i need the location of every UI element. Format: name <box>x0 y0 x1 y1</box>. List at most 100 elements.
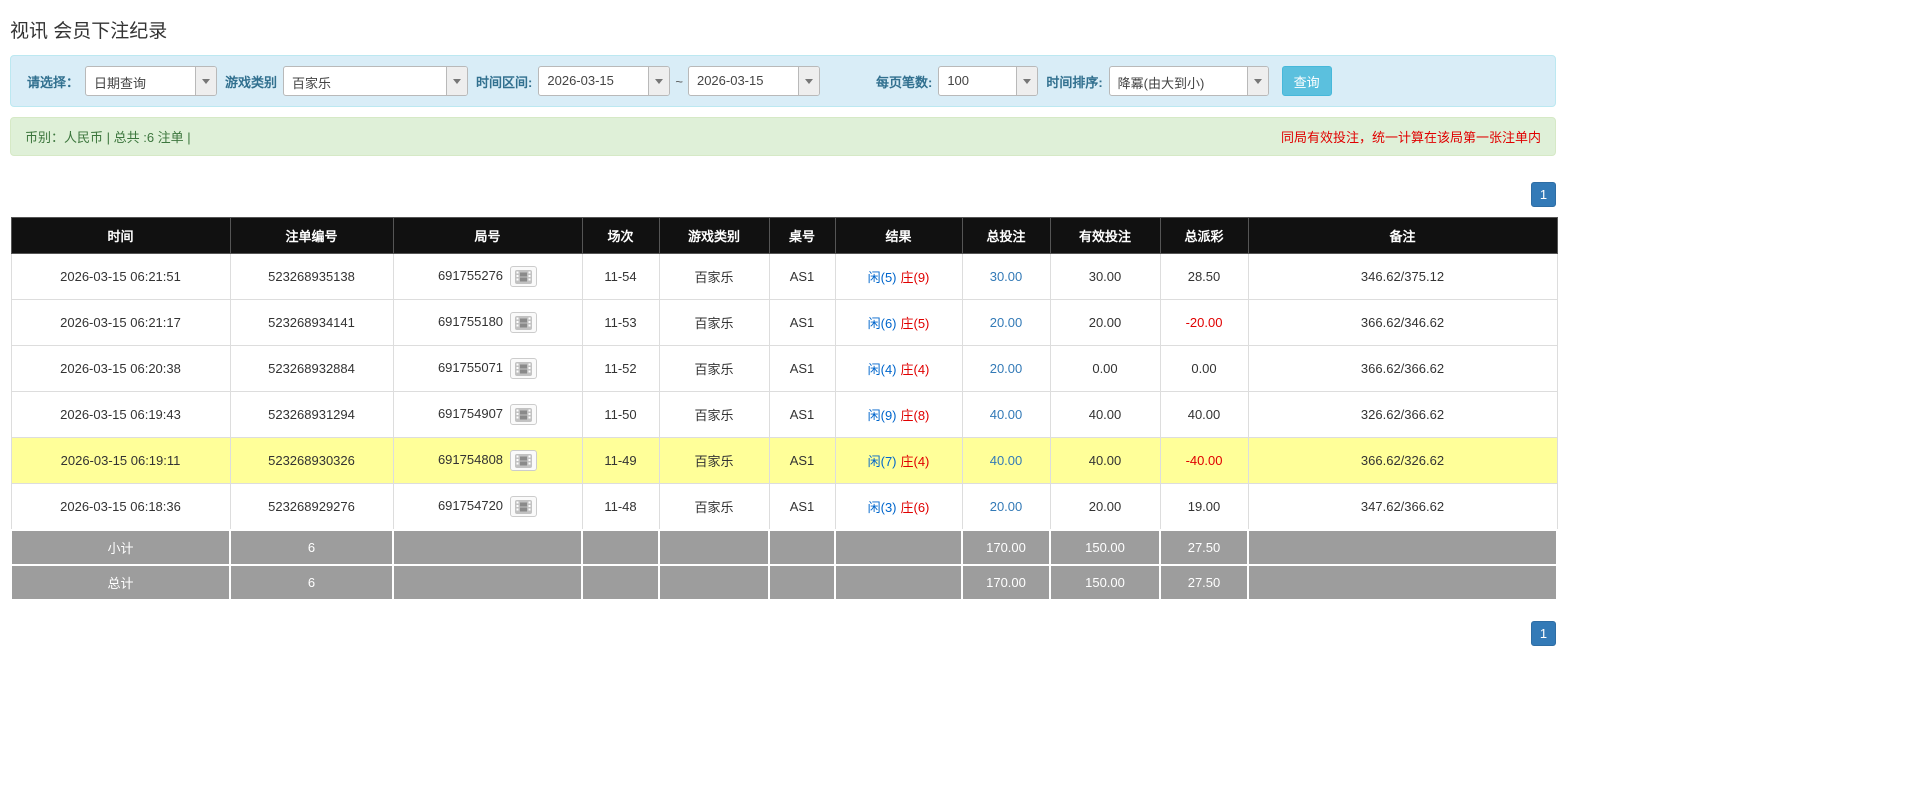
video-replay-button[interactable] <box>510 450 538 471</box>
cell-session: 11-49 <box>581 437 660 484</box>
search-button[interactable]: 查询 <box>1281 66 1332 96</box>
sort-order-caret-button[interactable] <box>1246 67 1268 95</box>
caret-down-icon <box>1023 78 1032 84</box>
result-banker: 庄(9) <box>900 270 930 285</box>
query-type-select[interactable]: 日期查询 <box>85 66 218 96</box>
page-size-label: 每页笔数: <box>875 74 933 90</box>
video-replay-icon <box>515 500 533 514</box>
cell-session: 11-48 <box>581 483 660 531</box>
video-replay-button[interactable] <box>510 496 538 517</box>
total-bet-link[interactable]: 20.00 <box>990 315 1023 330</box>
cell-round-id: 691754720 <box>392 483 583 531</box>
subtotal-row: 小计 6 170.00 150.00 27.50 <box>10 529 1558 566</box>
video-replay-button[interactable] <box>510 358 538 379</box>
date-from-caret-button[interactable] <box>648 67 670 95</box>
game-type-select[interactable]: 百家乐 <box>283 66 469 96</box>
cell-result: 闲(4) 庄(4) <box>834 345 963 392</box>
total-bet-link[interactable]: 40.00 <box>990 407 1023 422</box>
result-player: 闲(4) <box>867 362 897 377</box>
header-result: 结果 <box>834 217 963 254</box>
cell-game-type: 百家乐 <box>658 299 770 346</box>
caret-down-icon <box>453 78 462 84</box>
video-replay-button[interactable] <box>510 266 538 287</box>
cell-payout: 28.50 <box>1159 253 1249 300</box>
header-remark: 备注 <box>1247 217 1558 254</box>
cell-table-no: AS1 <box>768 437 836 484</box>
header-time: 时间 <box>10 217 231 254</box>
result-banker: 庄(4) <box>900 454 930 469</box>
page-size-caret-button[interactable] <box>1016 67 1038 95</box>
pagination-bottom: 1 <box>10 621 1556 646</box>
header-bet-id: 注单编号 <box>229 217 394 254</box>
video-replay-icon <box>515 408 533 422</box>
table-body: 2026-03-15 06:21:51 523268935138 6917552… <box>10 253 1558 531</box>
round-number: 691754907 <box>437 405 504 421</box>
subtotal-count: 6 <box>229 529 394 566</box>
cell-table-no: AS1 <box>768 345 836 392</box>
date-to-caret-button[interactable] <box>797 67 819 95</box>
cell-session: 11-54 <box>581 253 660 300</box>
total-bet-link[interactable]: 20.00 <box>990 361 1023 376</box>
cell-session: 11-53 <box>581 299 660 346</box>
video-replay-icon <box>515 454 533 468</box>
round-number: 691755071 <box>437 359 504 375</box>
cell-total-bet: 30.00 <box>961 253 1051 300</box>
table-row: 2026-03-15 06:19:43 523268931294 6917549… <box>10 391 1558 438</box>
cell-time: 2026-03-15 06:20:38 <box>10 345 231 392</box>
subtotal-empty-cell <box>834 529 963 566</box>
caret-down-icon <box>655 78 664 84</box>
cell-game-type: 百家乐 <box>658 437 770 484</box>
total-bet-link[interactable]: 20.00 <box>990 499 1023 514</box>
cell-remark: 347.62/366.62 <box>1247 483 1558 531</box>
total-payout: 27.50 <box>1159 564 1249 601</box>
summary-bar: 币别：人民币 | 总共 :6 注单 | 同局有效投注，统一计算在该局第一张注单内 <box>10 117 1556 156</box>
caret-down-icon <box>1253 78 1262 84</box>
sort-order-select[interactable]: 降冪(由大到小) <box>1108 66 1269 96</box>
video-replay-icon <box>515 316 533 330</box>
cell-remark: 366.62/326.62 <box>1247 437 1558 484</box>
cell-table-no: AS1 <box>768 483 836 531</box>
cell-total-bet: 20.00 <box>961 345 1051 392</box>
page-1-button[interactable]: 1 <box>1531 621 1556 646</box>
cell-remark: 346.62/375.12 <box>1247 253 1558 300</box>
header-payout: 总派彩 <box>1159 217 1249 254</box>
total-empty-cell <box>392 564 583 601</box>
total-bet-link[interactable]: 30.00 <box>990 269 1023 284</box>
cell-round-id: 691755276 <box>392 253 583 300</box>
result-banker: 庄(8) <box>900 408 930 423</box>
date-range-label: 时间区间: <box>476 74 533 90</box>
page-1-button[interactable]: 1 <box>1531 182 1556 207</box>
date-to-select[interactable]: 2026-03-15 <box>687 66 820 96</box>
total-bet-link[interactable]: 40.00 <box>990 453 1023 468</box>
result-player: 闲(3) <box>867 500 897 515</box>
cell-bet-id: 523268932884 <box>229 345 394 392</box>
date-from-select[interactable]: 2026-03-15 <box>538 66 671 96</box>
table-row: 2026-03-15 06:20:38 523268932884 6917550… <box>10 345 1558 392</box>
caret-down-icon <box>202 78 211 84</box>
table-row: 2026-03-15 06:21:17 523268934141 6917551… <box>10 299 1558 346</box>
header-table-no: 桌号 <box>768 217 836 254</box>
video-replay-button[interactable] <box>510 404 538 425</box>
round-number: 691754808 <box>437 451 504 467</box>
table-row: 2026-03-15 06:19:11 523268930326 6917548… <box>10 437 1558 484</box>
query-type-value: 日期查询 <box>94 76 147 91</box>
cell-remark: 326.62/366.62 <box>1247 391 1558 438</box>
cell-total-bet: 20.00 <box>961 483 1051 531</box>
cell-result: 闲(9) 庄(8) <box>834 391 963 438</box>
video-replay-button[interactable] <box>510 312 538 333</box>
subtotal-empty-cell <box>581 529 660 566</box>
bet-records-table: 时间 注单编号 局号 场次 游戏类别 桌号 结果 总投注 有效投注 总派彩 备注… <box>10 217 1558 601</box>
result-player: 闲(7) <box>867 454 897 469</box>
cell-result: 闲(3) 庄(6) <box>834 483 963 531</box>
page-title: 视讯 会员下注纪录 <box>10 21 168 42</box>
header-valid-bet: 有效投注 <box>1049 217 1161 254</box>
game-type-caret-button[interactable] <box>446 67 468 95</box>
cell-time: 2026-03-15 06:19:43 <box>10 391 231 438</box>
query-type-caret-button[interactable] <box>195 67 217 95</box>
date-range-separator: ~ <box>675 73 683 89</box>
result-player: 闲(5) <box>867 270 897 285</box>
table-row: 2026-03-15 06:18:36 523268929276 6917547… <box>10 483 1558 531</box>
cell-game-type: 百家乐 <box>658 253 770 300</box>
filter-bar: 请选择： 日期查询 游戏类别 百家乐 时间区间: 2026-03-15 ~ 20… <box>10 55 1556 107</box>
page-size-select[interactable]: 100 <box>938 66 1039 96</box>
